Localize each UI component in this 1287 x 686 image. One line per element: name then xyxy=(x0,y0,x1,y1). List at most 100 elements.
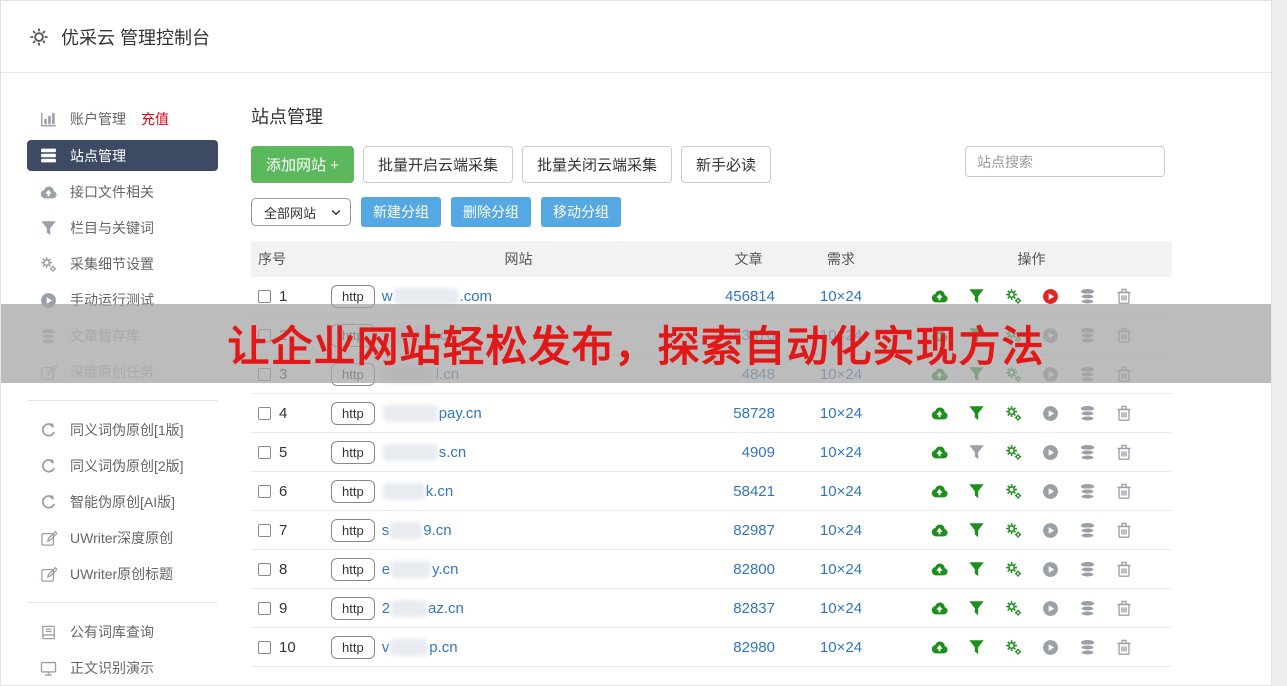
gears-icon[interactable] xyxy=(1004,521,1022,539)
site-domain-link[interactable]: v p.cn xyxy=(382,638,458,656)
play-icon[interactable] xyxy=(1041,443,1059,461)
filter-icon[interactable] xyxy=(967,482,985,500)
filter-icon[interactable] xyxy=(967,443,985,461)
http-button[interactable]: http xyxy=(331,596,375,620)
trash-icon[interactable] xyxy=(1115,560,1133,578)
cloud-upload-icon[interactable] xyxy=(930,404,948,422)
http-button[interactable]: http xyxy=(331,479,375,503)
trash-icon[interactable] xyxy=(1115,521,1133,539)
gears-icon[interactable] xyxy=(1004,599,1022,617)
trash-icon[interactable] xyxy=(1115,287,1133,305)
database-icon[interactable] xyxy=(1078,521,1096,539)
articles-count: 82837 xyxy=(733,599,775,617)
site-cell: http k.cn xyxy=(331,479,706,503)
row-checkbox[interactable] xyxy=(258,640,271,654)
database-icon[interactable] xyxy=(1078,560,1096,578)
filter-icon[interactable] xyxy=(967,521,985,539)
row-index-cell: 6 xyxy=(251,483,331,500)
database-icon[interactable] xyxy=(1078,443,1096,461)
sidebar-item-content-recognition-demo[interactable]: 正文识别演示 xyxy=(27,650,218,686)
site-domain-link[interactable]: 2 az.cn xyxy=(382,599,464,617)
sidebar-item-ai-pseudo-original[interactable]: 智能伪原创[AI版] xyxy=(27,484,218,520)
row-checkbox[interactable] xyxy=(258,445,271,459)
sidebar-item-interface-files[interactable]: 接口文件相关 xyxy=(27,174,218,210)
site-domain-link[interactable]: pay.cn xyxy=(382,404,482,422)
row-checkbox[interactable] xyxy=(258,289,271,303)
sidebar-item-uwriter-original-title[interactable]: UWriter原创标题 xyxy=(27,556,218,592)
http-button[interactable]: http xyxy=(331,401,375,425)
database-icon[interactable] xyxy=(1078,404,1096,422)
play-icon[interactable] xyxy=(1041,482,1059,500)
move-group-button[interactable]: 移动分组 xyxy=(541,197,621,227)
play-icon[interactable] xyxy=(1041,521,1059,539)
row-checkbox[interactable] xyxy=(258,562,271,576)
play-icon[interactable] xyxy=(1041,560,1059,578)
sidebar-item-columns-keywords[interactable]: 栏目与关键词 xyxy=(27,210,218,246)
recharge-link[interactable]: 充值 xyxy=(141,109,169,129)
site-domain-link[interactable]: e y.cn xyxy=(382,560,458,578)
trash-icon[interactable] xyxy=(1115,638,1133,656)
cloud-upload-icon[interactable] xyxy=(930,482,948,500)
sidebar-item-site-management[interactable]: 站点管理 xyxy=(27,140,218,171)
new-group-button[interactable]: 新建分组 xyxy=(361,197,441,227)
cloud-upload-icon[interactable] xyxy=(930,443,948,461)
gears-icon[interactable] xyxy=(1004,638,1022,656)
sidebar-item-synonym-pseudo-v1[interactable]: 同义词伪原创[1版] xyxy=(27,412,218,448)
site-domain-link[interactable]: w .com xyxy=(382,287,492,305)
play-icon[interactable] xyxy=(1041,404,1059,422)
row-checkbox[interactable] xyxy=(258,601,271,615)
cloud-upload-icon[interactable] xyxy=(930,521,948,539)
play-icon[interactable] xyxy=(1041,287,1059,305)
sidebar-item-uwriter-deep-original[interactable]: UWriter深度原创 xyxy=(27,520,218,556)
gears-icon[interactable] xyxy=(1004,404,1022,422)
row-checkbox[interactable] xyxy=(258,406,271,420)
row-checkbox[interactable] xyxy=(258,523,271,537)
row-number: 8 xyxy=(279,560,288,578)
sidebar-item-synonym-pseudo-v2[interactable]: 同义词伪原创[2版] xyxy=(27,448,218,484)
http-button[interactable]: http xyxy=(331,557,375,581)
row-number: 7 xyxy=(279,521,288,539)
delete-group-button[interactable]: 删除分组 xyxy=(451,197,531,227)
filter-icon[interactable] xyxy=(967,599,985,617)
site-domain-link[interactable]: s 9.cn xyxy=(382,521,452,539)
filter-icon[interactable] xyxy=(967,638,985,656)
sidebar-item-public-thesaurus-query[interactable]: 公有词库查询 xyxy=(27,614,218,650)
group-filter-select[interactable]: 全部网站 xyxy=(251,198,351,226)
site-search-input[interactable] xyxy=(965,146,1165,177)
play-icon[interactable] xyxy=(1041,599,1059,617)
batch-close-cloud-button[interactable]: 批量关闭云端采集 xyxy=(521,146,672,183)
filter-icon[interactable] xyxy=(967,404,985,422)
database-icon[interactable] xyxy=(1078,482,1096,500)
gears-icon[interactable] xyxy=(1004,287,1022,305)
database-icon[interactable] xyxy=(1078,287,1096,305)
play-icon[interactable] xyxy=(1041,638,1059,656)
trash-icon[interactable] xyxy=(1115,482,1133,500)
cloud-upload-icon[interactable] xyxy=(930,599,948,617)
database-icon[interactable] xyxy=(1078,599,1096,617)
trash-icon[interactable] xyxy=(1115,599,1133,617)
gears-icon[interactable] xyxy=(1004,482,1022,500)
newbie-guide-button[interactable]: 新手必读 xyxy=(680,146,771,183)
filter-icon[interactable] xyxy=(967,560,985,578)
batch-open-cloud-button[interactable]: 批量开启云端采集 xyxy=(362,146,513,183)
cloud-upload-icon[interactable] xyxy=(930,287,948,305)
sidebar-item-label: 正文识别演示 xyxy=(70,660,154,676)
gears-icon[interactable] xyxy=(1004,560,1022,578)
site-domain-link[interactable]: k.cn xyxy=(382,482,453,500)
cloud-upload-icon[interactable] xyxy=(930,638,948,656)
database-icon[interactable] xyxy=(1078,638,1096,656)
watermark-band: 让企业网站轻松发布，探索自动化实现方法 xyxy=(1,304,1271,383)
site-domain-link[interactable]: s.cn xyxy=(382,443,466,461)
trash-icon[interactable] xyxy=(1115,404,1133,422)
http-button[interactable]: http xyxy=(331,440,375,464)
row-checkbox[interactable] xyxy=(258,484,271,498)
add-site-button[interactable]: 添加网站 + xyxy=(251,146,354,183)
cloud-upload-icon[interactable] xyxy=(930,560,948,578)
trash-icon[interactable] xyxy=(1115,443,1133,461)
http-button[interactable]: http xyxy=(331,518,375,542)
filter-icon[interactable] xyxy=(967,287,985,305)
gears-icon[interactable] xyxy=(1004,443,1022,461)
sidebar-item-collection-settings[interactable]: 采集细节设置 xyxy=(27,246,218,282)
sidebar-item-account-management[interactable]: 账户管理 充值 xyxy=(27,101,218,137)
http-button[interactable]: http xyxy=(331,635,375,659)
